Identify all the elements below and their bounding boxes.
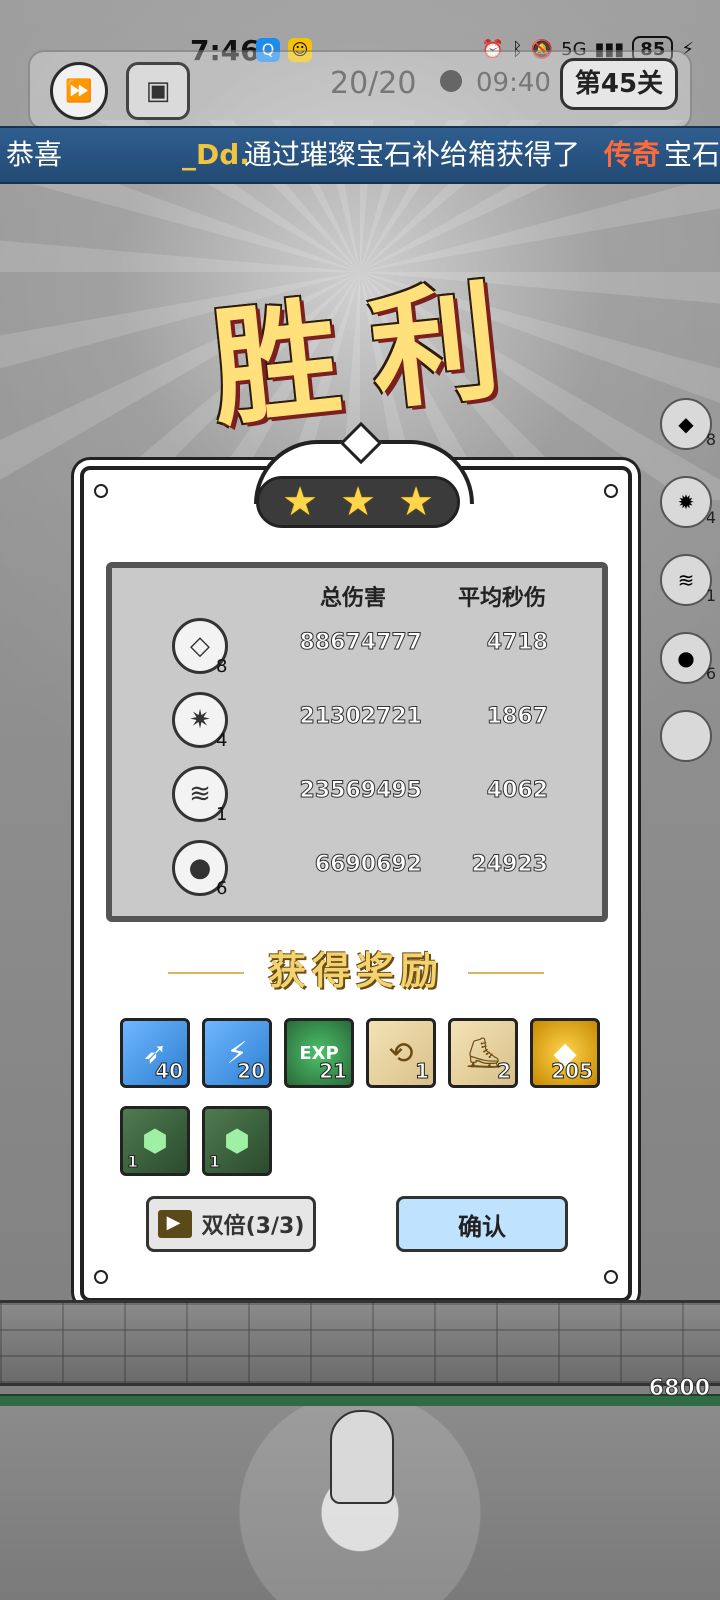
double-reward-button[interactable]: 双倍(3/3) — [146, 1196, 316, 1252]
total-damage: 21302721 — [299, 704, 422, 730]
marquee-rarity: 传奇 — [604, 138, 661, 171]
rewards-title: 获得奖励 — [267, 948, 444, 993]
chest-icon: ▣ — [145, 76, 171, 106]
corner-dot — [94, 1270, 108, 1284]
reward-count: 40 — [155, 1059, 184, 1084]
star-rating: ★ ★ ★ — [256, 476, 460, 528]
tower-level: 8 — [216, 656, 228, 677]
marquee-player: _Dd. — [182, 138, 250, 171]
level-badge: 第45关 — [560, 58, 678, 110]
stats-row: ≋ 1 23569495 4062 — [112, 758, 602, 828]
wizard-character — [330, 1410, 394, 1504]
treasure-chest-button[interactable]: ▣ — [126, 62, 190, 120]
reward-item[interactable]: ⛸ 2 — [448, 1018, 518, 1088]
side-tower-list: ◆ 8 ✹ 4 ≋ 1 ● 6 — [660, 398, 716, 788]
side-tower-3[interactable]: ≋ 1 — [660, 554, 716, 606]
star-icon: ★ — [340, 479, 376, 525]
victory-dialog: ★ ★ ★ 总伤害 平均秒伤 ◇ 8 88674777 4718 ✷ 4 213… — [80, 421, 632, 1302]
reward-item[interactable]: EXP 21 — [284, 1018, 354, 1088]
avg-dps: 1867 — [486, 704, 548, 730]
stats-row: ◇ 8 88674777 4718 — [112, 610, 602, 680]
reward-item[interactable]: ⚡ 20 — [202, 1018, 272, 1088]
tower-level: 1 — [216, 804, 228, 825]
side-tower-2[interactable]: ✹ 4 — [660, 476, 716, 528]
corner-dot — [94, 484, 108, 498]
damage-stats-panel: 总伤害 平均秒伤 ◇ 8 88674777 4718 ✷ 4 21302721 … — [106, 562, 608, 922]
marquee-congrats: 恭喜 — [6, 138, 63, 171]
corner-dot — [604, 1270, 618, 1284]
double-reward-label: 双倍(3/3) — [201, 1214, 305, 1239]
avg-dps: 4718 — [486, 630, 548, 656]
fast-forward-button[interactable]: ⏩ — [50, 62, 108, 120]
side-tower-1[interactable]: ◆ 8 — [660, 398, 716, 450]
reward-item[interactable]: ⟲ 1 — [366, 1018, 436, 1088]
reward-item[interactable]: ➶ 40 — [120, 1018, 190, 1088]
wave-counter: 20/20 — [330, 66, 417, 101]
total-damage-header: 总伤害 — [320, 586, 387, 611]
tower-level: 6 — [216, 878, 228, 899]
reward-count: 205 — [551, 1059, 594, 1084]
avg-dps: 4062 — [486, 778, 548, 804]
reward-item[interactable]: ⬢ 1 — [202, 1106, 272, 1176]
reward-item[interactable]: ⬢ 1 — [120, 1106, 190, 1176]
tower-level: 4 — [216, 730, 228, 751]
total-damage: 88674777 — [299, 630, 422, 656]
reward-count: 2 — [497, 1059, 512, 1084]
announcement-marquee: 恭喜 _Dd. 通过璀璨宝石补给箱获得了 传奇 宝石 — [0, 126, 720, 184]
video-ad-icon — [157, 1210, 192, 1238]
game-hud: ⏩ ▣ 20/20 09:40 第45关 — [28, 50, 692, 130]
total-damage: 23569495 — [299, 778, 422, 804]
marquee-message: 通过璀璨宝石补给箱获得了 — [244, 138, 581, 171]
base-hp-value: 6800 — [648, 1376, 710, 1402]
avg-dps: 24923 — [471, 852, 549, 878]
side-tower-4[interactable]: ● 6 — [660, 632, 716, 684]
reward-count: 1 — [208, 1152, 221, 1172]
base-hp-bar — [0, 1394, 720, 1406]
stats-row: ✷ 4 21302721 1867 — [112, 684, 602, 754]
marquee-item: 宝石 — [664, 138, 720, 171]
avg-dps-header: 平均秒伤 — [458, 586, 547, 611]
reward-count: 1 — [126, 1152, 139, 1172]
confirm-button[interactable]: 确认 — [396, 1196, 568, 1252]
fast-forward-icon: ⏩ — [65, 78, 93, 104]
clock-icon — [440, 70, 462, 92]
timer: 09:40 — [476, 68, 551, 98]
corner-dot — [604, 484, 618, 498]
side-tower-empty[interactable] — [660, 710, 712, 762]
confirm-label: 确认 — [458, 1212, 506, 1241]
total-damage: 6690692 — [314, 852, 422, 878]
star-icon: ★ — [282, 479, 318, 525]
reward-count: 1 — [415, 1059, 430, 1084]
stats-row: ● 6 6690692 24923 — [112, 832, 602, 902]
reward-item[interactable]: ◆ 205 — [530, 1018, 600, 1088]
reward-count: 21 — [319, 1059, 348, 1084]
star-icon: ★ — [398, 479, 434, 525]
castle-wall — [0, 1300, 720, 1386]
reward-count: 20 — [237, 1059, 266, 1084]
